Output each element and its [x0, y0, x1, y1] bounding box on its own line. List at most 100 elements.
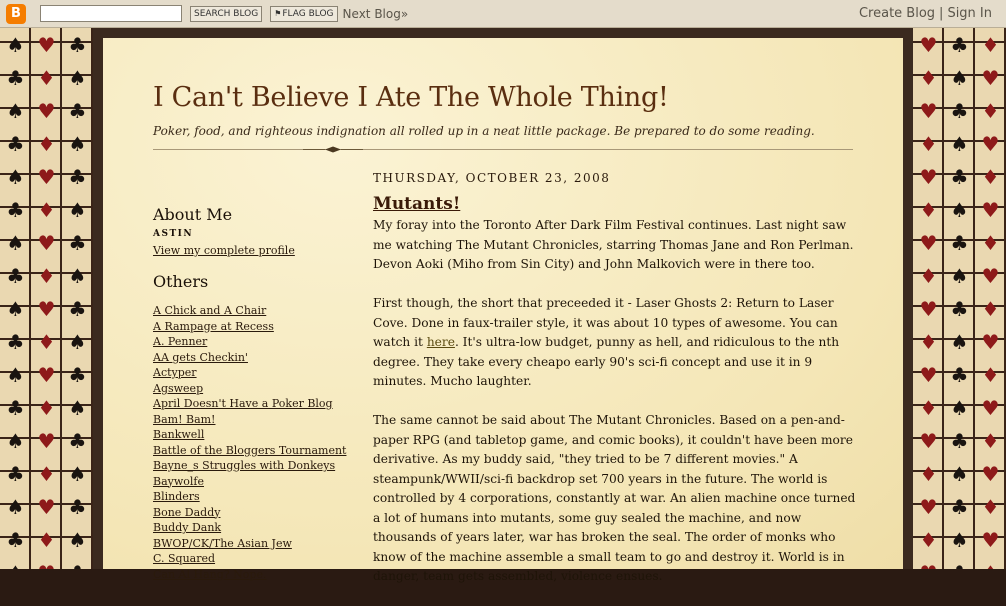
card-suit-icon: ♦: [981, 98, 1000, 123]
flag-blog-button[interactable]: ⚑ FLAG BLOG: [270, 5, 338, 22]
card-suit-icon: ♦: [919, 131, 938, 156]
card-suit-icon: ♠: [6, 98, 25, 123]
card-suit-icon: ♦: [981, 362, 1000, 387]
card-suit-icon: ♠: [6, 164, 25, 189]
card-suit-icon: ♦: [37, 527, 56, 552]
card-suit-icon: ♥: [981, 329, 1000, 354]
blog-link[interactable]: Baywolfe: [153, 474, 346, 490]
card-suit-icon: ♦: [37, 197, 56, 222]
card-suit-icon: ♥: [919, 32, 938, 57]
card-suit-icon: ♥: [919, 164, 938, 189]
card-suit-icon: ♣: [68, 164, 87, 189]
blog-link[interactable]: Buddy Dank: [153, 520, 346, 536]
card-suit-icon: ♥: [919, 428, 938, 453]
card-suit-icon: ♣: [62, 556, 93, 570]
card-suit-icon: ♣: [6, 395, 25, 420]
card-suit-icon: ♣: [950, 494, 969, 519]
blog-link[interactable]: A. Penner: [153, 334, 346, 350]
card-suit-icon: ♣: [68, 98, 87, 123]
card-suit-icon: ♣: [6, 329, 25, 354]
card-suit-icon: ♦: [981, 164, 1000, 189]
blog-link[interactable]: Bankwell: [153, 427, 346, 443]
blog-link[interactable]: A Rampage at Recess: [153, 319, 346, 335]
card-suit-icon: ♠: [68, 461, 87, 486]
card-suit-icon: ♦: [919, 329, 938, 354]
card-suit-icon: ♠: [6, 362, 25, 387]
divider-ornament-icon: [303, 146, 363, 153]
video-here-link[interactable]: here: [427, 335, 455, 349]
search-blog-input[interactable]: [40, 5, 182, 22]
blogger-logo-icon[interactable]: B: [6, 3, 26, 24]
card-suit-icon: ♠: [6, 32, 25, 57]
post-paragraph: My foray into the Toronto After Dark Fil…: [373, 218, 854, 271]
flag-blog-label: FLAG BLOG: [282, 8, 334, 19]
card-suit-icon: ♣: [6, 527, 25, 552]
blogger-navbar: B SEARCH BLOG ⚑ FLAG BLOG Next Blog» Crea…: [0, 0, 1006, 28]
header-divider: [153, 149, 853, 150]
card-suit-icon: ♣: [6, 263, 25, 288]
card-suit-icon: ♥: [37, 296, 56, 321]
post-body: My foray into the Toronto After Dark Fil…: [373, 216, 858, 606]
blog-link[interactable]: BWOP/CK/The Asian Jew: [153, 536, 346, 552]
card-suit-icon: ♣: [68, 428, 87, 453]
card-suit-icon: ♦: [981, 296, 1000, 321]
view-profile-link[interactable]: View my complete profile: [153, 243, 295, 259]
card-suit-icon: ♥: [37, 98, 56, 123]
card-suit-icon: ♥: [981, 527, 1000, 552]
blog-link[interactable]: Blinders: [153, 489, 346, 505]
blog-link[interactable]: Actyper: [153, 365, 346, 381]
others-link-list: A Chick and A Chair A Rampage at Recess …: [153, 303, 346, 582]
card-suit-icon: ♠: [68, 263, 87, 288]
card-suit-icon: ♥: [981, 263, 1000, 288]
blog-link[interactable]: Bayne_s Struggles with Donkeys: [153, 458, 346, 474]
card-suit-icon: ♠: [950, 527, 969, 552]
blog-link[interactable]: AA gets Checkin': [153, 350, 346, 366]
card-suit-icon: ♦: [981, 494, 1000, 519]
card-suit-icon: ♣: [950, 98, 969, 123]
blog-link[interactable]: Bam! Bam!: [153, 412, 346, 428]
author-name: ASTIN: [153, 229, 194, 239]
card-suit-icon: ♦: [919, 395, 938, 420]
card-suit-icon: ♠: [68, 329, 87, 354]
blog-title[interactable]: I Can't Believe I Ate The Whole Thing!: [153, 82, 669, 113]
post-paragraph: The same cannot be said about The Mutant…: [373, 413, 856, 583]
card-suit-icon: ♦: [37, 263, 56, 288]
post-title-link[interactable]: Mutants!: [373, 194, 460, 214]
card-suit-icon: ♣: [950, 428, 969, 453]
card-suit-icon: ♠: [950, 395, 969, 420]
card-suit-icon: ♥: [919, 362, 938, 387]
card-suit-icon: ♥: [37, 164, 56, 189]
card-suit-icon: ♣: [6, 197, 25, 222]
card-suit-icon: ♥: [981, 395, 1000, 420]
card-suit-icon: ♣: [68, 494, 87, 519]
card-suit-icon: ♥: [981, 461, 1000, 486]
card-suit-icon: ♥: [919, 296, 938, 321]
blog-link[interactable]: Battle of the Bloggers Tournament: [153, 443, 346, 459]
blog-link[interactable]: Bone Daddy: [153, 505, 346, 521]
sign-in-link[interactable]: Sign In: [947, 6, 992, 21]
card-suit-icon: ♦: [37, 131, 56, 156]
create-blog-link[interactable]: Create Blog: [859, 6, 935, 21]
blog-link[interactable]: April Doesn't Have a Poker Blog: [153, 396, 346, 412]
card-suit-icon: ♠: [950, 131, 969, 156]
card-suit-icon: ♥: [919, 494, 938, 519]
next-blog-link[interactable]: Next Blog»: [343, 7, 409, 21]
blog-link[interactable]: Agsweep: [153, 381, 346, 397]
blog-link[interactable]: C. Squared: [153, 551, 346, 567]
card-suit-icon: ♣: [944, 556, 975, 570]
search-blog-button[interactable]: SEARCH BLOG: [190, 5, 263, 22]
card-suit-icon: ♥: [919, 98, 938, 123]
blog-link[interactable]: A Chick and A Chair: [153, 303, 346, 319]
card-suit-icon: ♦: [37, 395, 56, 420]
card-suit-icon: ♠: [6, 296, 25, 321]
card-suit-icon: ♣: [68, 32, 87, 57]
blog-description: Poker, food, and righteous indignation a…: [153, 124, 815, 138]
card-suit-icon: ♣: [68, 296, 87, 321]
card-suit-icon: ♠: [68, 395, 87, 420]
card-suit-background-right: ♥ ♣ ♦ ♦ ♠ ♥ ♥ ♣ ♦ ♦ ♠ ♥ ♥ ♣ ♦ ♦ ♠ ♥ ♥ ♣ ♦ ♦ ♠ ♥ ♥ ♣ ♦ ♦ ♠ ♥ ♥ ♣ ♦ ♦ ♠ ♥ ♥ ♣ ♦ ♦…: [913, 28, 1006, 569]
card-suit-icon: ♦: [37, 329, 56, 354]
nav-account-links: Create Blog | Sign In: [859, 6, 992, 21]
card-suit-icon: ♣: [6, 131, 25, 156]
others-heading: Others: [153, 272, 209, 291]
card-suit-icon: ♣: [6, 461, 25, 486]
